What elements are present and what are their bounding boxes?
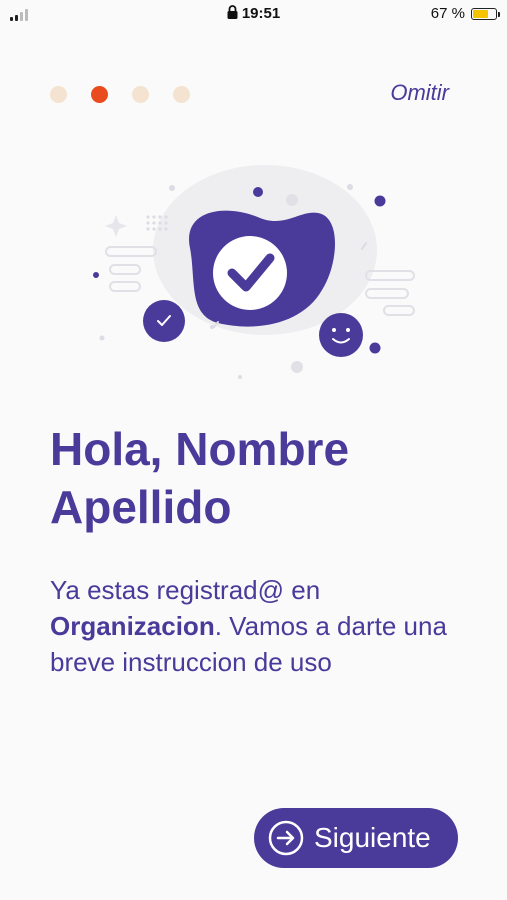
next-button-label: Siguiente (314, 822, 431, 853)
deco-dot (238, 375, 242, 379)
deco-dot (253, 187, 263, 197)
next-button[interactable]: Siguiente (254, 808, 458, 868)
welcome-text: Ya estas registrad@ en Organizacion. Vam… (50, 572, 470, 680)
deco-line (365, 270, 415, 281)
deco-dot (286, 194, 298, 206)
small-check-icon (143, 300, 185, 342)
deco-line (365, 288, 409, 299)
deco-dot (291, 361, 303, 373)
deco-dot (169, 185, 175, 191)
smiley-icon (319, 313, 363, 357)
deco-line (383, 305, 415, 316)
welcome-text-prefix: Ya estas registrad@ en (50, 575, 321, 605)
deco-dot (93, 272, 99, 278)
deco-line (105, 246, 157, 257)
deco-dot (347, 184, 353, 190)
status-time: 19:51 (241, 5, 281, 22)
onboarding-pager (50, 86, 190, 103)
status-bar: 19:51 67 % (0, 0, 507, 30)
deco-dot (369, 342, 381, 354)
page-title: Hola, Nombre Apellido (50, 423, 350, 533)
battery-icon (471, 7, 500, 20)
pager-dot[interactable] (50, 86, 67, 103)
sparkle-icon (105, 215, 127, 237)
status-right: 67 % (430, 5, 500, 22)
arrow-right-icon (268, 820, 304, 856)
battery-percent: 67 % (430, 5, 465, 22)
deco-line (109, 281, 141, 292)
pager-dot[interactable] (132, 86, 149, 103)
pager-dot[interactable] (173, 86, 190, 103)
organization-name: Organizacion (50, 611, 215, 641)
onboarding-illustration (93, 165, 415, 379)
battery-fill (473, 9, 488, 18)
skip-link[interactable]: Omitir (390, 80, 449, 106)
lock-icon (227, 5, 238, 19)
deco-line (109, 264, 141, 275)
deco-dot (374, 195, 386, 207)
deco-dot (99, 335, 105, 341)
pager-dot-active[interactable] (91, 86, 108, 103)
